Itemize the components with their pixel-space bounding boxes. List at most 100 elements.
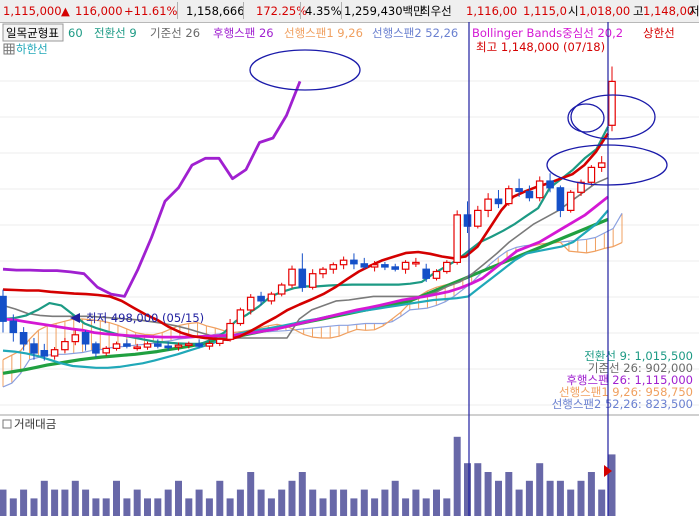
highlight-ellipse <box>249 49 361 91</box>
volume-bar <box>505 472 513 516</box>
best-bid: 1,115,0 <box>523 4 567 18</box>
candle <box>370 264 379 268</box>
candle <box>267 293 276 302</box>
candle <box>566 191 575 212</box>
candle <box>453 214 462 263</box>
volume-bar <box>422 498 430 516</box>
turnover-pct: 4.35% <box>305 4 342 18</box>
volume-bar <box>495 480 502 516</box>
volume-bars <box>0 436 616 516</box>
candle <box>185 343 193 346</box>
candle <box>81 332 90 345</box>
legend-bollinger-upper: 상한선 <box>643 26 675 40</box>
highlight-ellipse <box>567 103 605 133</box>
open-label: 시 <box>568 4 579 18</box>
best-ask: 1,116,00 <box>466 4 518 18</box>
candle <box>143 343 152 348</box>
candle <box>556 187 565 212</box>
volume-bar <box>185 498 193 516</box>
volume-bar <box>567 489 575 516</box>
volume-bar <box>402 498 410 516</box>
value-span2: 선행스팬2 52,26: 823,500 <box>552 397 693 411</box>
volume-bar <box>257 489 265 516</box>
volume-bar <box>30 498 38 516</box>
volume-value: 1,158,666 <box>186 4 245 18</box>
grid-icon-lines <box>4 44 14 54</box>
high-annotation: 최고 1,148,000 (07/18) <box>476 40 605 54</box>
volume-bar <box>443 498 451 516</box>
candle <box>319 268 327 275</box>
volume-bar <box>371 498 379 516</box>
price-chart: 일목균형표 60 전환선 9 기준선 26 후행스팬 26 선행스팬1 9,26… <box>0 22 699 516</box>
candle <box>329 264 338 270</box>
volume-bar <box>51 489 59 516</box>
volume-bar <box>40 480 48 516</box>
volume-bar <box>536 463 544 516</box>
legend-tenkan: 전환선 9 <box>94 26 137 40</box>
legend-span2: 선행스팬2 52,26 <box>372 26 458 40</box>
candle <box>474 209 482 227</box>
current-price: 1,115,000 <box>3 4 62 18</box>
trade-amount: 1,259,430백만 <box>344 4 424 18</box>
candle <box>123 343 131 347</box>
volume-bar <box>144 498 151 516</box>
candle <box>50 349 59 357</box>
volume-bar <box>154 498 162 516</box>
candle <box>525 190 534 199</box>
volume-bar <box>216 480 224 516</box>
volume-bar <box>381 489 389 516</box>
candle <box>360 263 369 268</box>
volume-bar <box>278 489 286 516</box>
candle <box>226 322 234 340</box>
volume-bar <box>20 489 28 516</box>
candle <box>195 343 203 347</box>
candle <box>484 198 492 212</box>
candle <box>535 180 544 199</box>
volume-bar <box>309 489 317 516</box>
price-change-pct: +11.61% <box>124 4 178 18</box>
candle <box>381 264 389 268</box>
volume-bar <box>236 489 244 516</box>
candle <box>92 343 100 354</box>
volume-bar <box>464 463 471 516</box>
candle <box>236 309 245 325</box>
candle <box>40 350 49 357</box>
legend-kijun: 기준선 26 <box>150 26 200 40</box>
candle <box>257 295 265 302</box>
volume-bar <box>515 489 523 516</box>
volume-bar <box>247 472 255 516</box>
volume-bar <box>546 480 554 516</box>
high-price: 1,148,00 <box>643 4 695 18</box>
candle <box>71 334 80 343</box>
candle <box>515 188 523 192</box>
grid-icon[interactable] <box>3 43 15 55</box>
candle <box>102 347 111 354</box>
volume-panel-title: 거래대금 <box>14 417 56 431</box>
volume-bar <box>298 472 306 516</box>
legend-bollinger-mid: Bollinger Bands중심선 20,2 <box>472 26 623 40</box>
volume-bar <box>133 489 141 516</box>
volume-bar <box>195 489 203 516</box>
volume-bar <box>61 489 69 516</box>
volume-panel-icon[interactable] <box>2 419 12 429</box>
volume-bar <box>71 480 79 516</box>
volume-bar <box>587 472 595 516</box>
candle <box>61 341 69 351</box>
volume-bar <box>433 489 440 516</box>
volume-bar <box>123 498 131 516</box>
volume-bar <box>205 498 213 516</box>
volume-bar <box>0 489 7 516</box>
best-quote-label: 최우선 <box>420 4 452 18</box>
candle <box>546 180 554 189</box>
candle <box>339 259 348 266</box>
volume-bar <box>267 498 275 516</box>
candle <box>608 80 616 126</box>
candle <box>432 270 441 279</box>
ichimoku-button-label[interactable]: 일목균형표 <box>6 26 59 40</box>
candle <box>463 214 472 227</box>
volume-bar <box>453 436 461 516</box>
volume-bar <box>113 480 120 516</box>
candle <box>422 268 431 279</box>
candle <box>587 166 596 183</box>
ichimoku-period: 60 <box>68 26 83 40</box>
